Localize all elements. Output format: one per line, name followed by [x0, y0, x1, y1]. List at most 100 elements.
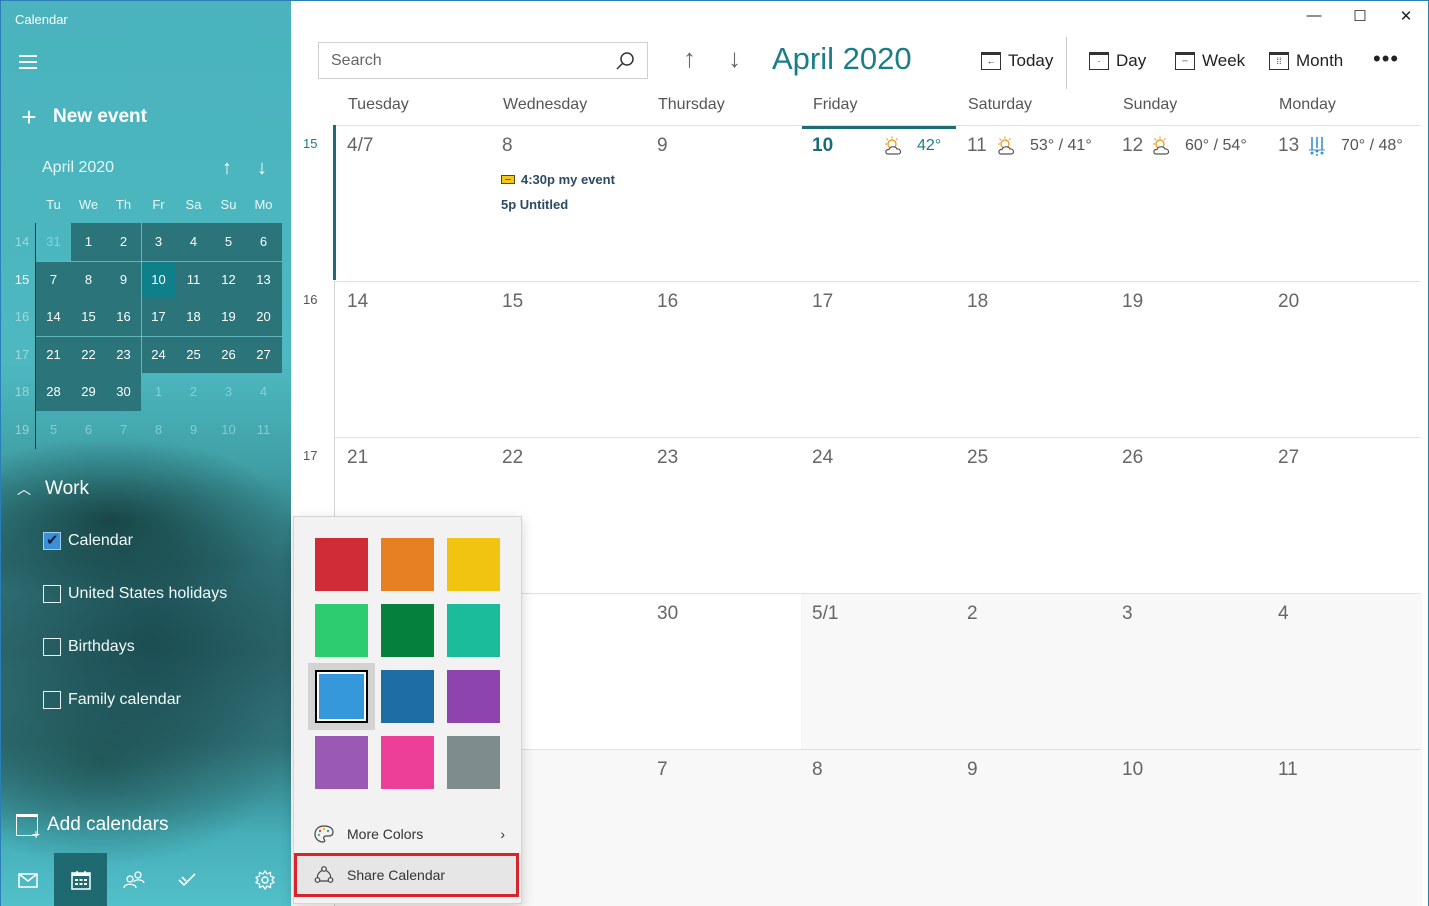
day-cell-date[interactable]: 10: [812, 135, 833, 157]
calendar-nav-button[interactable]: [54, 853, 107, 906]
day-cell-date[interactable]: 17: [812, 291, 833, 313]
mini-day[interactable]: 1: [141, 373, 176, 410]
day-cell-date[interactable]: 13: [1278, 135, 1299, 157]
search-input[interactable]: [319, 51, 609, 70]
minimize-button[interactable]: —: [1291, 7, 1337, 31]
mini-day[interactable]: 5: [211, 223, 246, 260]
calendar-item-calendar[interactable]: Calendar: [43, 531, 133, 550]
mini-day[interactable]: 23: [106, 336, 141, 373]
mini-day[interactable]: 19: [211, 298, 246, 335]
day-cell-date[interactable]: 15: [502, 291, 523, 313]
color-swatch[interactable]: [381, 538, 434, 591]
close-button[interactable]: ✕: [1383, 7, 1429, 31]
mini-day[interactable]: 10: [141, 261, 176, 298]
mini-day[interactable]: 3: [141, 223, 176, 260]
mini-day[interactable]: 11: [246, 411, 281, 448]
day-cell-date[interactable]: 12: [1122, 135, 1143, 157]
maximize-button[interactable]: ☐: [1337, 7, 1383, 31]
day-cell-date[interactable]: 21: [347, 447, 368, 469]
mini-day[interactable]: 15: [71, 298, 106, 335]
mini-day[interactable]: 9: [106, 261, 141, 298]
day-cell-date[interactable]: 8: [812, 759, 823, 781]
day-cell-date[interactable]: 23: [657, 447, 678, 469]
mini-day[interactable]: 9: [176, 411, 211, 448]
mini-day[interactable]: 25: [176, 336, 211, 373]
mini-day[interactable]: 3: [211, 373, 246, 410]
day-cell-date[interactable]: 16: [657, 291, 678, 313]
color-swatch[interactable]: [447, 736, 500, 789]
add-calendars-button[interactable]: Add calendars: [16, 814, 168, 842]
mini-day[interactable]: 21: [36, 336, 71, 373]
day-cell-date[interactable]: 4: [1278, 603, 1289, 625]
mini-day[interactable]: 6: [71, 411, 106, 448]
color-swatch[interactable]: [447, 670, 500, 723]
mini-day[interactable]: 13: [246, 261, 281, 298]
mini-day[interactable]: 27: [246, 336, 281, 373]
mini-day[interactable]: 12: [211, 261, 246, 298]
more-colors-menu-item[interactable]: More Colors ›: [294, 812, 523, 856]
todo-nav-button[interactable]: [160, 853, 213, 906]
mini-day[interactable]: 6: [246, 223, 281, 260]
day-cell-date[interactable]: 8: [502, 135, 513, 157]
mini-day[interactable]: 8: [71, 261, 106, 298]
more-options-button[interactable]: •••: [1373, 46, 1399, 72]
color-swatch[interactable]: [381, 604, 434, 657]
mini-day[interactable]: 29: [71, 373, 106, 410]
mini-day[interactable]: 18: [176, 298, 211, 335]
mini-day[interactable]: 10: [211, 411, 246, 448]
day-cell-date[interactable]: 9: [967, 759, 978, 781]
mini-day[interactable]: 22: [71, 336, 106, 373]
mini-day[interactable]: 8: [141, 411, 176, 448]
mini-day[interactable]: 7: [106, 411, 141, 448]
day-cell-date[interactable]: 7: [657, 759, 668, 781]
color-swatch[interactable]: [315, 604, 368, 657]
mini-day[interactable]: 4: [176, 223, 211, 260]
mini-calendar-prev-icon[interactable]: ↑: [222, 157, 232, 180]
calendar-event[interactable]: 5p Untitled: [501, 197, 568, 212]
color-swatch[interactable]: [381, 670, 434, 723]
day-cell-date[interactable]: 11: [1278, 759, 1298, 781]
color-swatch[interactable]: [447, 538, 500, 591]
calendar-event[interactable]: 4:30p my event: [501, 172, 615, 187]
settings-nav-button[interactable]: [238, 853, 291, 906]
new-event-button[interactable]: + New event: [17, 104, 147, 130]
mini-day[interactable]: 30: [106, 373, 141, 410]
color-swatch[interactable]: [447, 604, 500, 657]
day-cell-date[interactable]: 20: [1278, 291, 1299, 313]
share-calendar-menu-item[interactable]: Share Calendar: [294, 853, 519, 897]
checkbox[interactable]: [43, 691, 61, 709]
color-swatch[interactable]: [315, 538, 368, 591]
mini-calendar-next-icon[interactable]: ↓: [257, 157, 267, 180]
checkbox[interactable]: [43, 638, 61, 656]
mini-day[interactable]: 20: [246, 298, 281, 335]
day-cell-date[interactable]: 19: [1122, 291, 1143, 313]
day-cell-date[interactable]: 26: [1122, 447, 1143, 469]
checkbox[interactable]: [43, 585, 61, 603]
mini-day[interactable]: 5: [36, 411, 71, 448]
calendar-item-us-holidays[interactable]: United States holidays: [43, 585, 227, 603]
mini-day[interactable]: 31: [36, 223, 71, 260]
day-cell-date[interactable]: 5/1: [812, 603, 838, 625]
mini-day[interactable]: 14: [36, 298, 71, 335]
mini-day[interactable]: 16: [106, 298, 141, 335]
mini-day[interactable]: 2: [106, 223, 141, 260]
hamburger-menu-icon[interactable]: [19, 55, 37, 69]
next-arrow-icon[interactable]: ↓: [728, 43, 741, 74]
color-swatch[interactable]: [315, 736, 368, 789]
mini-day[interactable]: 7: [36, 261, 71, 298]
today-button[interactable]: ← Today: [981, 51, 1053, 71]
day-cell-date[interactable]: 2: [967, 603, 978, 625]
mail-nav-button[interactable]: [1, 853, 54, 906]
previous-arrow-icon[interactable]: ↑: [683, 43, 696, 74]
month-title[interactable]: April 2020: [772, 41, 912, 77]
day-cell-date[interactable]: 9: [657, 135, 668, 157]
search-icon[interactable]: [615, 51, 635, 71]
calendar-group-work[interactable]: ︿ Work: [17, 478, 89, 500]
day-cell-date[interactable]: 18: [967, 291, 988, 313]
mini-day[interactable]: 2: [176, 373, 211, 410]
mini-day[interactable]: 11: [176, 261, 211, 298]
day-cell-date[interactable]: 14: [347, 291, 368, 313]
day-cell-date[interactable]: 10: [1122, 759, 1143, 781]
week-view-button[interactable]: ┄ Week: [1175, 51, 1245, 71]
day-cell-date[interactable]: 24: [812, 447, 833, 469]
